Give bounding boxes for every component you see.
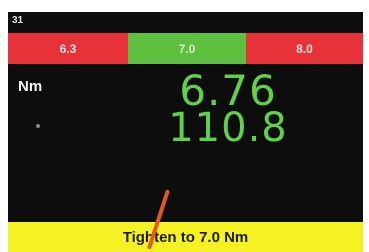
degree-indicator-dot xyxy=(36,124,40,128)
range-low-segment: 6.3 xyxy=(8,33,128,64)
torque-display-screen: 31 6.3 7.0 8.0 Nm 6.76 110.8 Tighten to … xyxy=(8,12,363,252)
status-bar: 31 xyxy=(8,12,363,30)
range-target-segment: 7.0 xyxy=(128,33,246,64)
range-high-label: 8.0 xyxy=(296,41,313,56)
range-low-label: 6.3 xyxy=(59,41,77,56)
angle-reading: 110.8 xyxy=(168,105,288,151)
instruction-banner: Tighten to 7.0 Nm xyxy=(8,222,363,252)
tolerance-range-bar: 6.3 7.0 8.0 xyxy=(8,33,363,64)
instruction-text: Tighten to 7.0 Nm xyxy=(122,228,249,246)
range-target-label: 7.0 xyxy=(178,41,196,56)
unit-label: Nm xyxy=(18,78,43,95)
range-high-segment: 8.0 xyxy=(246,33,363,64)
status-label: 31 xyxy=(12,15,24,26)
